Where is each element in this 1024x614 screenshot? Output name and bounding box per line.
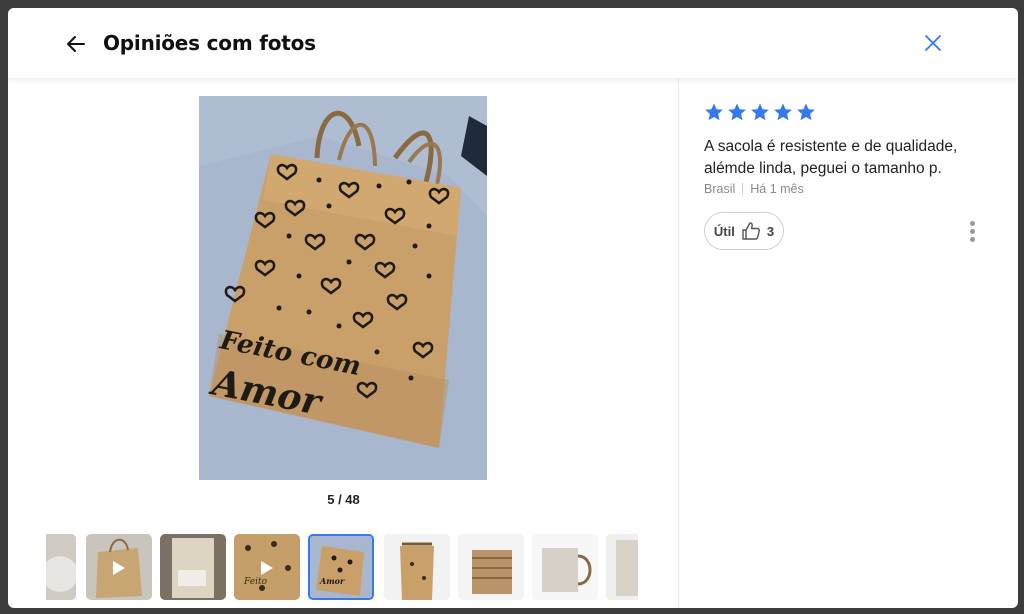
thumbnail[interactable] (606, 534, 638, 600)
star-icon (774, 103, 792, 121)
star-icon (705, 103, 723, 121)
play-icon (113, 561, 125, 575)
page-title: Opiniões com fotos (103, 31, 316, 55)
thumbnail-video[interactable] (86, 534, 152, 600)
review-panel: A sacola é resistente e de qualidade, al… (680, 78, 1018, 608)
review-meta: Brasil Há 1 mês (704, 182, 804, 196)
main-review-photo[interactable]: Feito com Amor (199, 96, 487, 480)
thumbnail[interactable] (532, 534, 598, 600)
close-button[interactable] (922, 32, 944, 54)
close-icon (925, 35, 941, 51)
more-options-button[interactable] (966, 221, 978, 245)
helpful-count: 3 (766, 223, 775, 239)
rating-stars (704, 102, 816, 124)
photo-counter: 5 / 48 (327, 492, 360, 507)
back-button[interactable] (62, 30, 90, 58)
modal-header: Opiniões com fotos (8, 8, 1018, 78)
review-text: A sacola é resistente e de qualidade, al… (704, 138, 958, 177)
thumbnail-strip: Feito Amor (46, 534, 638, 602)
review-date: Há 1 mês (750, 182, 804, 196)
thumbs-up-icon (742, 222, 760, 240)
thumbnail-video[interactable]: Feito (234, 534, 300, 600)
svg-text:Amor: Amor (319, 576, 345, 586)
more-vertical-icon (966, 221, 978, 242)
thumbnail[interactable] (46, 534, 76, 600)
meta-divider (742, 183, 744, 195)
thumbnail-selected[interactable]: Amor (308, 534, 374, 600)
arrow-left-icon (67, 36, 85, 52)
star-icon (751, 103, 769, 121)
svg-text:Feito: Feito (243, 577, 268, 587)
gallery-panel: Feito com Amor 5 / 48 Feito Amor (8, 78, 679, 608)
thumbnail[interactable] (458, 534, 524, 600)
star-icon (728, 103, 746, 121)
photo-reviews-modal: Opiniões com fotos Feito com Amor 5 / 48… (8, 8, 1018, 608)
star-icon (797, 103, 815, 121)
play-icon (261, 561, 273, 575)
helpful-label: Útil (713, 223, 735, 239)
thumbnail[interactable] (160, 534, 226, 600)
review-country: Brasil (704, 182, 736, 196)
helpful-button[interactable]: Útil 3 (704, 212, 784, 250)
thumbnail[interactable] (384, 534, 450, 600)
